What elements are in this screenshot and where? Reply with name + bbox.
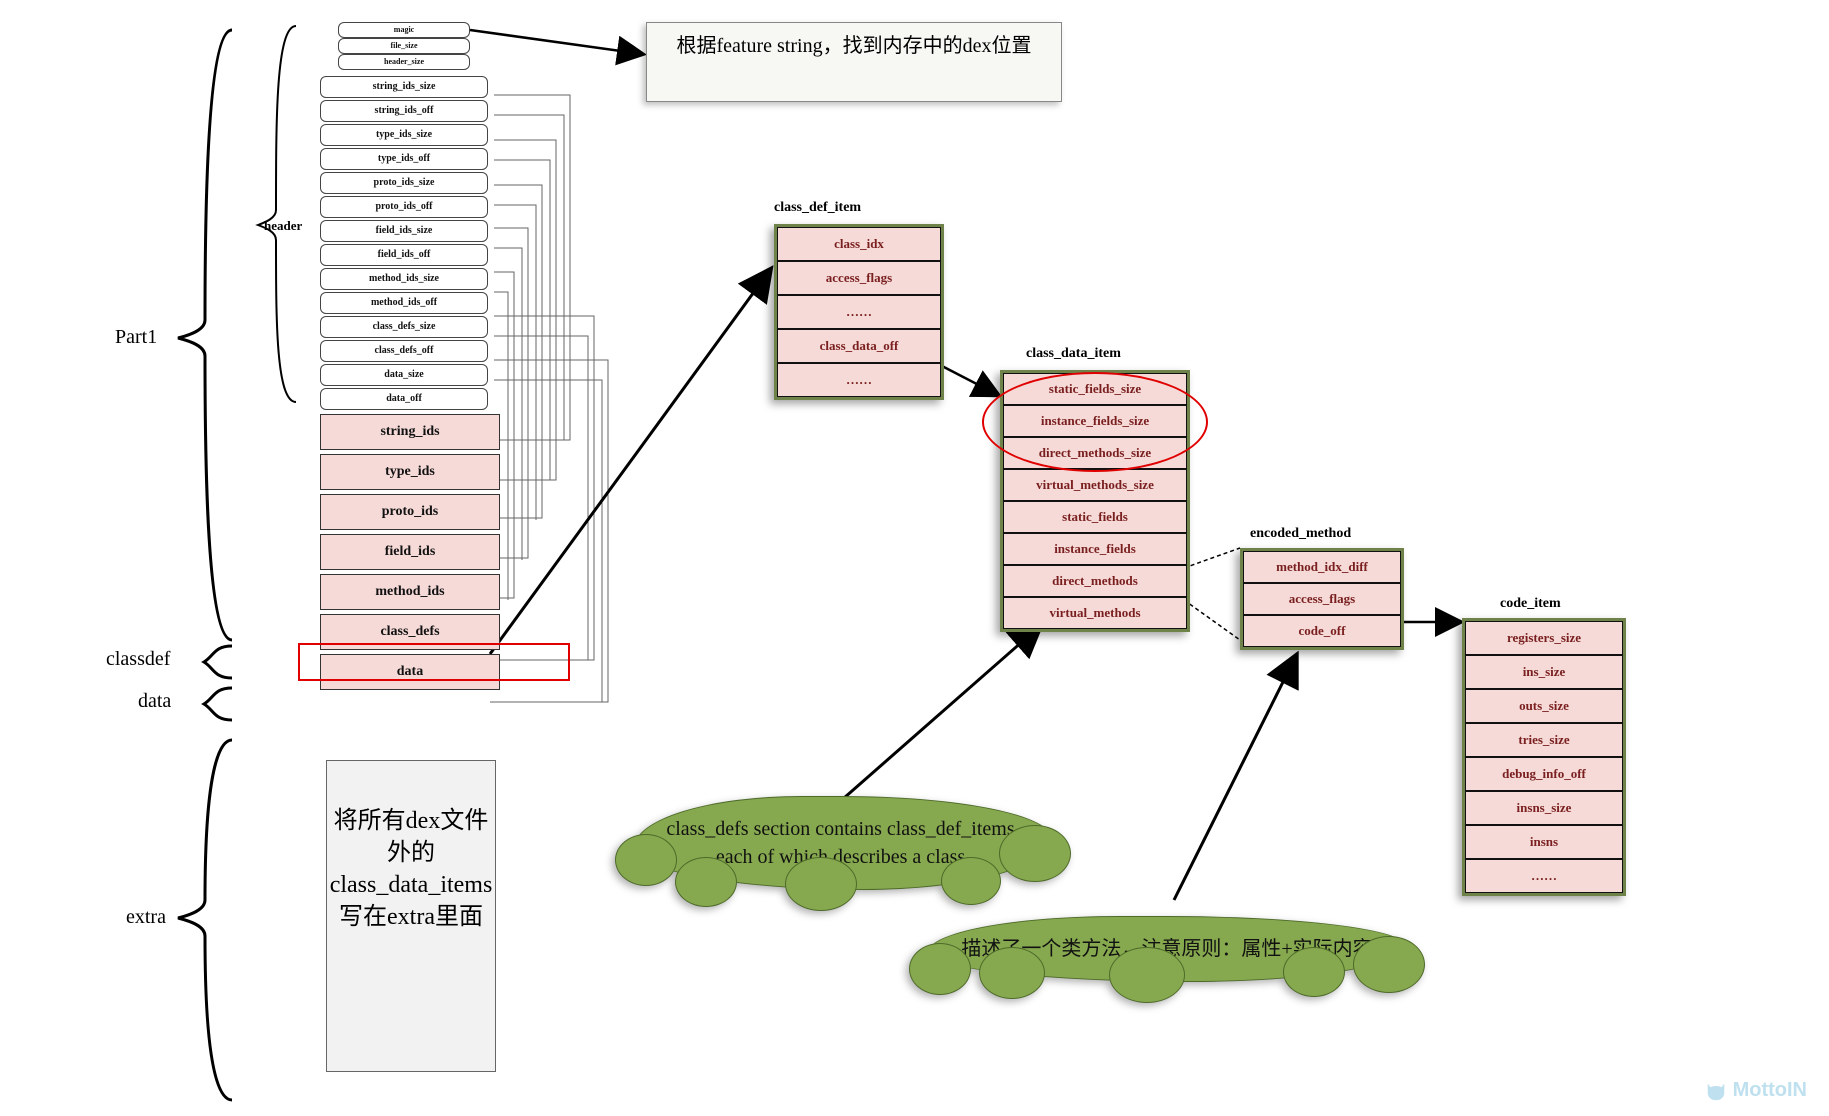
table-encoded-method: method_idx_diffaccess_flagscode_off (1240, 548, 1404, 650)
dex-section-row: method_ids (320, 574, 500, 610)
header-field: class_defs_off (320, 340, 488, 362)
table-row: instance_fields (1003, 533, 1187, 565)
header-field: method_ids_size (320, 268, 488, 290)
dex-section-row: field_ids (320, 534, 500, 570)
table-class-def-item: class_idxaccess_flags……class_data_off…… (774, 224, 944, 400)
dex-section-row: string_ids (320, 414, 500, 450)
header-field: field_ids_size (320, 220, 488, 242)
table-row: …… (777, 295, 941, 329)
label-extra: extra (126, 906, 166, 929)
label-data: data (138, 690, 171, 713)
table-row: insns (1465, 825, 1623, 859)
header-field: file_size (338, 38, 470, 54)
table-row: access_flags (1243, 583, 1401, 615)
label-part1: Part1 (115, 326, 157, 349)
table-row: code_off (1243, 615, 1401, 647)
header-field: class_defs_size (320, 316, 488, 338)
dex-section-row: proto_ids (320, 494, 500, 530)
class-def-item-title: class_def_item (774, 200, 861, 216)
table-row: registers_size (1465, 621, 1623, 655)
connectors-layer (0, 0, 1829, 1116)
header-field: string_ids_size (320, 76, 488, 98)
callout-feature-string: 根据feature string，找到内存中的dex位置 (646, 22, 1062, 102)
header-field: string_ids_off (320, 100, 488, 122)
extra-box: 将所有dex文件外的class_data_items写在extra里面 (326, 760, 496, 1072)
code-item-title: code_item (1500, 596, 1561, 612)
table-row: ins_size (1465, 655, 1623, 689)
table-row: virtual_methods (1003, 597, 1187, 629)
header-field: proto_ids_off (320, 196, 488, 218)
table-row: debug_info_off (1465, 757, 1623, 791)
table-row: outs_size (1465, 689, 1623, 723)
dex-section-row: type_ids (320, 454, 500, 490)
encoded-method-title: encoded_method (1250, 526, 1351, 542)
extra-box-text: 将所有dex文件外的class_data_items写在extra里面 (330, 808, 493, 930)
table-row: virtual_methods_size (1003, 469, 1187, 501)
watermark: MottoIN (1705, 1079, 1807, 1102)
header-field: type_ids_size (320, 124, 488, 146)
cat-icon (1705, 1080, 1727, 1102)
header-field: proto_ids_size (320, 172, 488, 194)
table-row: insns_size (1465, 791, 1623, 825)
table-row: class_idx (777, 227, 941, 261)
header-field: data_off (320, 388, 488, 410)
table-row: access_flags (777, 261, 941, 295)
table-row: static_fields (1003, 501, 1187, 533)
highlight-class-defs (298, 643, 570, 681)
table-row: class_data_off (777, 329, 941, 363)
table-row: direct_methods (1003, 565, 1187, 597)
header-field: magic (338, 22, 470, 38)
table-code-item: registers_sizeins_sizeouts_sizetries_siz… (1462, 618, 1626, 896)
header-field: header_size (338, 54, 470, 70)
table-row: …… (777, 363, 941, 397)
cloud-class-defs-desc: class_defs section contains class_def_it… (634, 796, 1052, 890)
header-field: data_size (320, 364, 488, 386)
label-header: header (264, 218, 302, 234)
table-row: …… (1465, 859, 1623, 893)
header-field: field_ids_off (320, 244, 488, 266)
cloud-method-desc: 描述了一个类方法，注意原则：属性+实际内容 (928, 916, 1406, 982)
class-data-item-title: class_data_item (1026, 346, 1121, 362)
header-field: method_ids_off (320, 292, 488, 314)
label-classdef: classdef (106, 648, 170, 671)
header-field: type_ids_off (320, 148, 488, 170)
header-column: magicfile_sizeheader_size string_ids_size… (320, 22, 500, 690)
highlight-sizes-ellipse (982, 372, 1208, 472)
table-row: method_idx_diff (1243, 551, 1401, 583)
table-row: tries_size (1465, 723, 1623, 757)
